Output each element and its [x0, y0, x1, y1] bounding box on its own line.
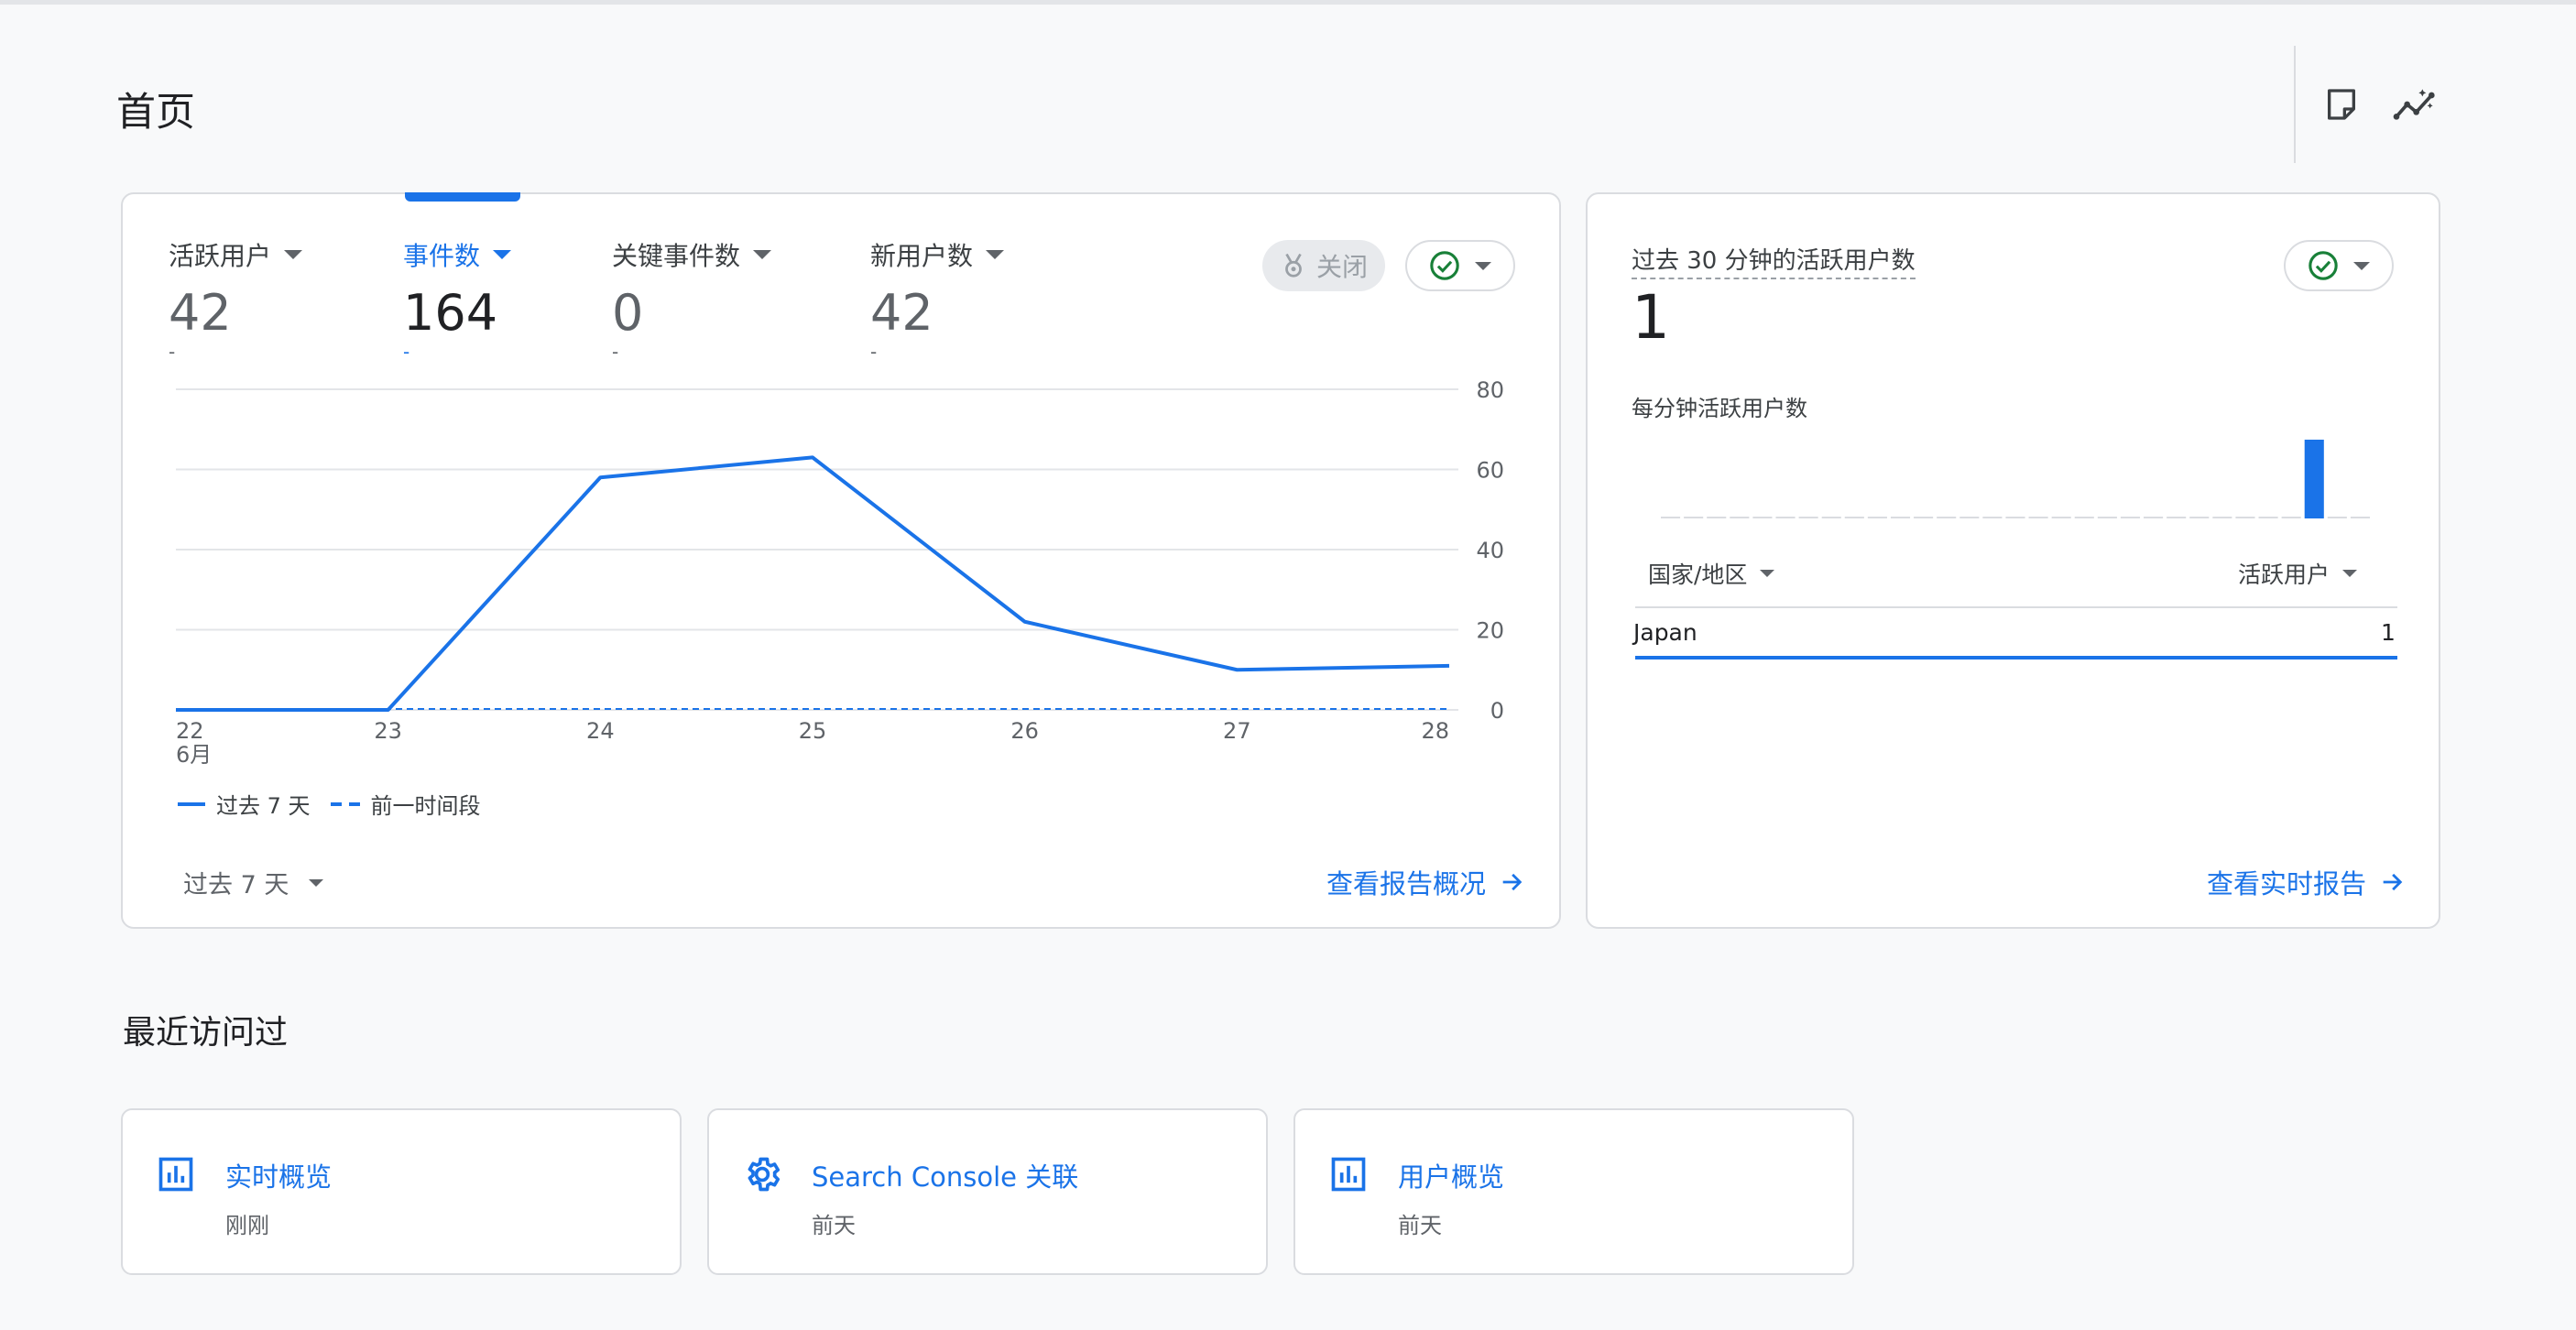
y-tick-label: 20 — [1476, 618, 1504, 644]
x-tick-label: 22 — [176, 718, 204, 744]
realtime-card: 过去 30 分钟的活跃用户数 1 每分钟活跃用户数 国家/地区 活跃用户 Jap… — [1586, 192, 2440, 929]
insights-icon[interactable] — [2391, 81, 2439, 128]
recent-item-user-overview[interactable]: 用户概览 前天 — [1293, 1108, 1854, 1275]
country-column-header[interactable]: 国家/地区 — [1648, 557, 1775, 590]
x-tick-label: 26 — [1010, 718, 1039, 744]
view-realtime-label: 查看实时报告 — [2207, 868, 2367, 899]
country-column-label: 国家/地区 — [1648, 561, 1748, 588]
recent-item-title: 用户概览 — [1398, 1161, 1505, 1193]
table-header-divider — [1635, 606, 2397, 608]
active-users-column-header[interactable]: 活跃用户 — [2238, 557, 2358, 590]
view-report-label: 查看报告概况 — [1326, 868, 1487, 899]
y-tick-label: 60 — [1476, 458, 1504, 484]
y-tick-label: 80 — [1476, 377, 1504, 403]
x-month-label: 6月 — [176, 742, 212, 768]
x-tick-label: 25 — [799, 718, 827, 744]
caret-down-icon — [2342, 570, 2358, 577]
recent-item-title: 实时概览 — [225, 1161, 333, 1193]
bar-chart-icon — [158, 1157, 193, 1192]
arrow-right-icon — [2383, 873, 2403, 891]
per-minute-bar-chart — [1661, 440, 2370, 518]
recent-item-time: 前天 — [1398, 1213, 1442, 1238]
legend-previous: 前一时间段 — [370, 793, 481, 819]
caret-down-icon — [309, 878, 324, 887]
table-row-users: 1 — [2381, 619, 2396, 646]
minute-bar — [2304, 440, 2324, 518]
legend-dashed-swatch — [330, 801, 360, 806]
x-tick-label: 28 — [1421, 718, 1449, 744]
view-realtime-report-link[interactable]: 查看实时报告 — [2207, 863, 2405, 901]
x-tick-label: 23 — [374, 718, 402, 744]
active-users-column-label: 活跃用户 — [2238, 561, 2330, 588]
header-divider — [2294, 46, 2296, 163]
top-border — [0, 0, 2576, 5]
recent-item-search-console[interactable]: Search Console 关联 前天 — [707, 1108, 1268, 1275]
recent-item-realtime[interactable]: 实时概览 刚刚 — [121, 1108, 682, 1275]
date-range-label: 过去 7 天 — [183, 871, 289, 899]
caret-down-icon — [1760, 570, 1775, 577]
legend-current: 过去 7 天 — [216, 793, 311, 819]
x-tick-label: 27 — [1223, 718, 1251, 744]
events-line-chart: 0 20 40 60 80 22 23 24 25 26 27 28 6月 — [176, 377, 1504, 768]
overview-card: 活跃用户 42 - 事件数 164 - 关键事件数 0 - 新用户数 42 - … — [121, 192, 1561, 929]
bar-chart-icon — [1331, 1157, 1366, 1192]
note-icon[interactable] — [2318, 81, 2365, 128]
table-row-country: Japan — [1633, 619, 1697, 646]
y-tick-label: 0 — [1490, 698, 1504, 724]
recent-item-title: Search Console 关联 — [812, 1161, 1079, 1193]
table-row-bar — [1635, 656, 2397, 660]
page-title: 首页 — [116, 90, 195, 136]
series-line-current — [176, 455, 1450, 712]
recent-item-time: 刚刚 — [225, 1213, 269, 1238]
legend-solid-swatch — [178, 801, 205, 806]
recent-section-title: 最近访问过 — [123, 1014, 289, 1052]
arrow-right-icon — [1502, 873, 1523, 891]
chart-legend: 过去 7 天 前一时间段 — [178, 788, 481, 820]
date-range-dropdown[interactable]: 过去 7 天 — [183, 865, 324, 900]
y-tick-label: 40 — [1476, 538, 1504, 563]
view-report-overview-link[interactable]: 查看报告概况 — [1326, 863, 1524, 901]
recent-item-time: 前天 — [812, 1213, 856, 1238]
x-tick-label: 24 — [586, 718, 615, 744]
gear-icon — [748, 1157, 780, 1192]
